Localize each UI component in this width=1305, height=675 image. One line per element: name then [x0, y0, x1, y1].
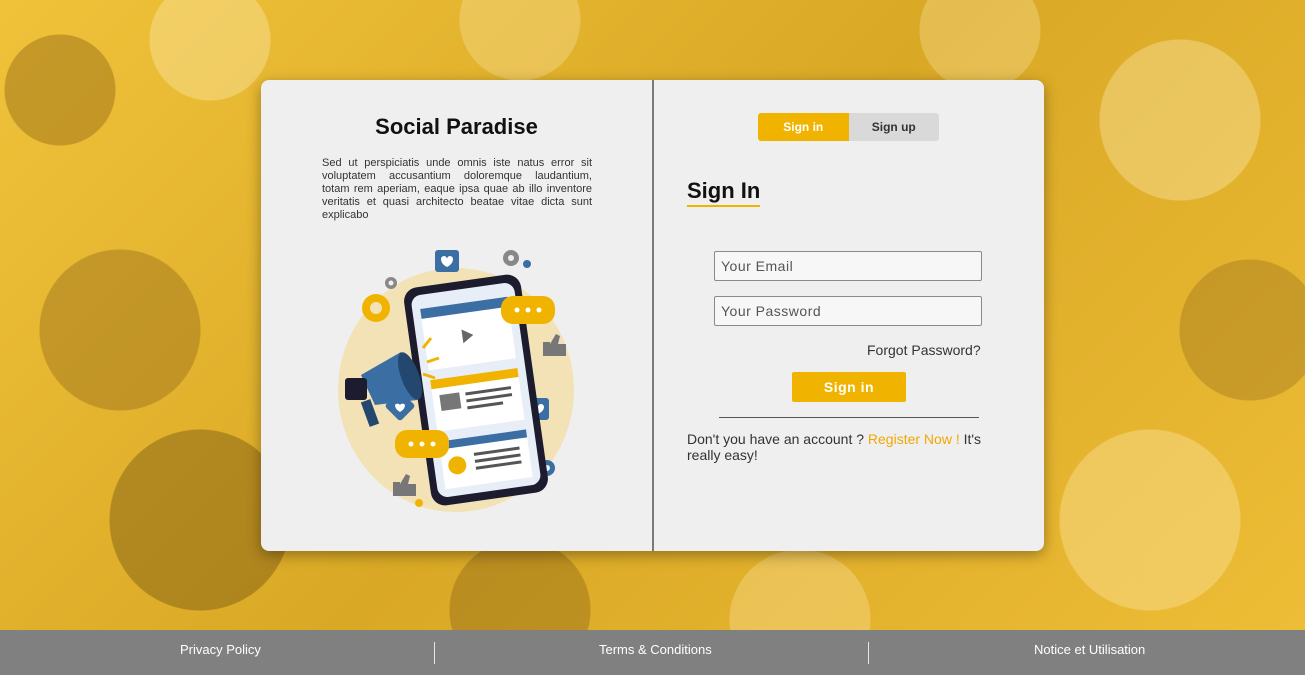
- auth-card: Social Paradise Sed ut perspiciatis unde…: [261, 80, 1044, 551]
- footer: Privacy Policy Terms & Conditions Notice…: [0, 630, 1305, 675]
- footer-separator: [868, 642, 869, 664]
- auth-mode-toggle: Sign in Sign up: [758, 113, 939, 141]
- heart-bubble-icon: [435, 250, 459, 272]
- gear-icon: [385, 277, 397, 289]
- tab-sign-up[interactable]: Sign up: [848, 113, 939, 141]
- brand-title: Social Paradise: [375, 114, 538, 139]
- notice-utilisation-link[interactable]: Notice et Utilisation: [1034, 642, 1145, 657]
- gear-icon: [503, 250, 519, 266]
- chat-bubble-icon: [501, 296, 555, 324]
- gear-icon: [523, 260, 531, 268]
- social-media-illustration: [338, 250, 574, 512]
- email-field[interactable]: [714, 251, 982, 281]
- brand-description: Sed ut perspiciatis unde omnis iste natu…: [322, 157, 592, 221]
- chat-bubble-icon: [395, 430, 449, 458]
- register-prompt: Don't you have an account ? Register Now…: [687, 431, 997, 463]
- panel-divider: [652, 80, 654, 551]
- form-divider: [719, 417, 979, 418]
- tab-sign-in[interactable]: Sign in: [758, 113, 849, 141]
- sign-in-button[interactable]: Sign in: [792, 372, 906, 402]
- gear-icon: [362, 294, 390, 322]
- forgot-password-link[interactable]: Forgot Password?: [867, 342, 981, 358]
- footer-separator: [434, 642, 435, 664]
- privacy-policy-link[interactable]: Privacy Policy: [180, 642, 261, 657]
- terms-conditions-link[interactable]: Terms & Conditions: [599, 642, 712, 657]
- register-now-link[interactable]: Register Now !: [868, 431, 960, 447]
- form-heading: Sign In: [687, 178, 761, 207]
- password-field[interactable]: [714, 296, 982, 326]
- register-prefix: Don't you have an account ?: [687, 431, 868, 447]
